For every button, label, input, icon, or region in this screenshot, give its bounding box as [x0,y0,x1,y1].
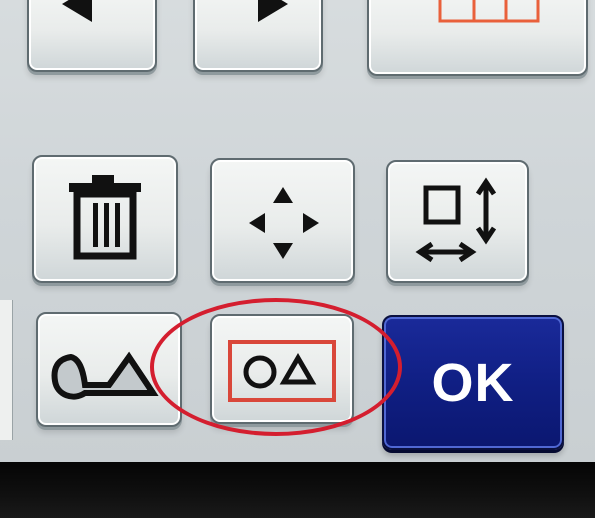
left-panel-strip [0,300,13,440]
trash-icon [69,175,141,260]
next-button[interactable] [193,0,323,72]
touch-screen: OK [0,0,595,462]
delete-button[interactable] [32,155,178,283]
pattern-layout-button[interactable] [367,0,588,76]
resize-button[interactable] [386,160,529,283]
arrow-left-icon [62,0,92,22]
previous-button[interactable] [27,0,157,72]
ok-button[interactable]: OK [382,315,564,450]
resize-icon [414,176,496,262]
move-button[interactable] [210,158,355,283]
frame-grid-icon [438,0,539,23]
selection-highlight [150,298,402,436]
arrow-right-icon [258,0,288,22]
ok-button-label: OK [431,352,515,413]
four-way-arrow-icon [248,186,319,259]
device-bezel [0,462,595,518]
